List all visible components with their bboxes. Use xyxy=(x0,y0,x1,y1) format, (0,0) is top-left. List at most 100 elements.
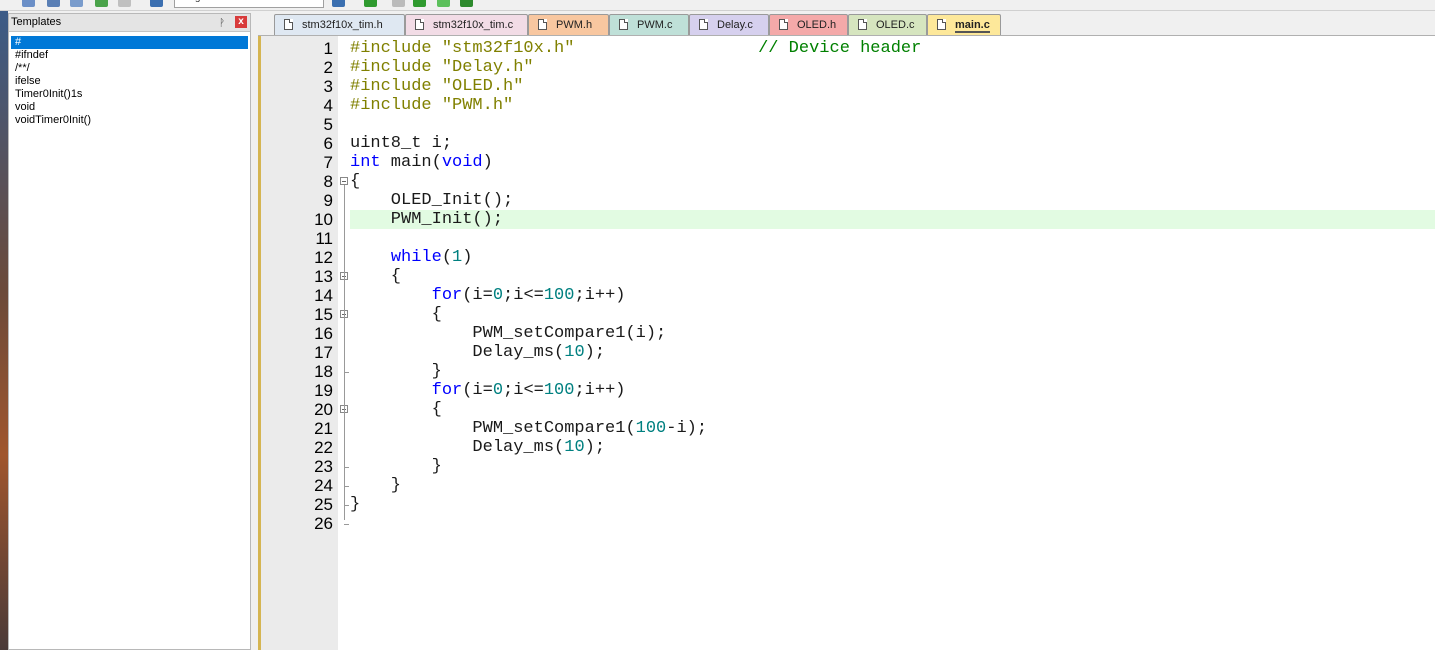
tab-oled-h[interactable]: OLED.h xyxy=(769,14,848,35)
code-line[interactable]: } xyxy=(350,362,1435,381)
desktop-edge xyxy=(0,0,8,650)
line-number: 24 xyxy=(314,476,333,495)
line-number: 20 xyxy=(314,400,333,419)
pack-installer-icon[interactable] xyxy=(437,0,450,7)
code-line[interactable]: } xyxy=(350,457,1435,476)
fold-end-marker xyxy=(344,467,349,468)
stop-build-icon[interactable] xyxy=(118,0,131,7)
line-number: 23 xyxy=(314,457,333,476)
fold-end-marker xyxy=(344,372,349,373)
line-number: 5 xyxy=(323,115,333,134)
code-line[interactable]: PWM_setCompare1(i); xyxy=(350,324,1435,343)
code-line[interactable]: Delay_ms(10); xyxy=(350,343,1435,362)
template-item[interactable]: voidTimer0Init() xyxy=(11,114,248,127)
tab-label: PWM.h xyxy=(556,19,593,31)
code-line[interactable] xyxy=(350,115,1435,134)
panel-splitter[interactable] xyxy=(251,13,258,650)
fold-end-marker xyxy=(344,486,349,487)
build-icon[interactable] xyxy=(22,0,35,7)
file-icon xyxy=(415,19,424,30)
load-icon[interactable] xyxy=(150,0,163,7)
code-line[interactable]: { xyxy=(350,400,1435,419)
template-item[interactable]: ifelse xyxy=(11,75,248,88)
code-line[interactable]: for(i=0;i<=100;i++) xyxy=(350,381,1435,400)
line-number: 3 xyxy=(323,77,333,96)
line-number: 2 xyxy=(323,58,333,77)
tab-label: OLED.c xyxy=(876,19,915,31)
close-icon[interactable]: x xyxy=(235,16,247,28)
tab-stm32f10x-tim-h[interactable]: stm32f10x_tim.h xyxy=(274,14,405,35)
fold-toggle-icon[interactable] xyxy=(340,177,348,185)
code-line[interactable]: Delay_ms(10); xyxy=(350,438,1435,457)
templates-title: Templates xyxy=(11,16,62,28)
tab-delay-c[interactable]: Delay.c xyxy=(689,14,769,35)
code-line[interactable]: { xyxy=(350,305,1435,324)
file-icon xyxy=(284,19,293,30)
line-number: 8 xyxy=(323,172,333,191)
line-number: 21 xyxy=(314,419,333,438)
code-line[interactable]: PWM_Init(); xyxy=(350,210,1435,229)
tab-main-c[interactable]: main.c xyxy=(927,14,1001,35)
pin-icon[interactable]: ᚹ xyxy=(219,15,225,32)
code-line[interactable]: } xyxy=(350,495,1435,514)
download-icon[interactable] xyxy=(95,0,108,7)
code-line[interactable]: #include "Delay.h" xyxy=(350,58,1435,77)
tab-label: main.c xyxy=(955,19,990,33)
line-number: 15 xyxy=(314,305,333,324)
file-icon xyxy=(699,19,708,30)
code-line[interactable]: #include "OLED.h" xyxy=(350,77,1435,96)
templates-panel: Templates ᚹ x # #ifndef /**/ ifelse Time… xyxy=(8,13,251,650)
code-line[interactable]: uint8_t i; xyxy=(350,134,1435,153)
templates-header: Templates ᚹ x xyxy=(9,14,250,32)
file-icon xyxy=(779,19,788,30)
tab-pwm-c[interactable]: PWM.c xyxy=(609,14,689,35)
code-line[interactable] xyxy=(350,514,1435,533)
tab-oled-c[interactable]: OLED.c xyxy=(848,14,927,35)
template-item[interactable]: # xyxy=(11,36,248,49)
line-number: 1 xyxy=(323,39,333,58)
code-line[interactable]: while(1) xyxy=(350,248,1435,267)
code-line[interactable] xyxy=(350,229,1435,248)
code-line[interactable]: #include "stm32f10x.h" // Device header xyxy=(350,39,1435,58)
template-item[interactable]: /**/ xyxy=(11,62,248,75)
editor-tab-bar: stm32f10x_tim.h stm32f10x_tim.c PWM.h PW… xyxy=(258,13,1435,36)
template-item[interactable]: Timer0Init()1s xyxy=(11,88,248,101)
template-list: # #ifndef /**/ ifelse Timer0Init()1s voi… xyxy=(11,36,248,127)
fold-end-marker xyxy=(344,505,349,506)
code-line[interactable]: int main(void) xyxy=(350,153,1435,172)
code-area[interactable]: #include "stm32f10x.h" // Device header #… xyxy=(350,36,1435,650)
code-line[interactable]: { xyxy=(350,267,1435,286)
line-number: 14 xyxy=(314,286,333,305)
fold-guide xyxy=(344,185,345,520)
line-number: 19 xyxy=(314,381,333,400)
code-line[interactable]: OLED_Init(); xyxy=(350,191,1435,210)
template-item[interactable]: void xyxy=(11,101,248,114)
code-line[interactable]: PWM_setCompare1(100-i); xyxy=(350,419,1435,438)
manage-icon[interactable] xyxy=(364,0,377,7)
tab-label: stm32f10x_tim.c xyxy=(433,19,514,31)
line-number: 13 xyxy=(314,267,333,286)
file-icon xyxy=(538,19,547,30)
tab-pwm-h[interactable]: PWM.h xyxy=(528,14,609,35)
options-icon[interactable] xyxy=(332,0,345,7)
line-number: 4 xyxy=(323,96,333,115)
line-number: 25 xyxy=(314,495,333,514)
code-editor[interactable]: 1 2 3 4 5 6 7 8 9 10 11 12 13 14 15 16 17 18 19 20 21 22 23 24 2… xyxy=(258,36,1435,650)
line-number: 17 xyxy=(314,343,333,362)
select-pack-icon[interactable] xyxy=(392,0,405,7)
template-item[interactable]: #ifndef xyxy=(11,49,248,62)
batch-build-icon[interactable] xyxy=(70,0,83,7)
line-number: 11 xyxy=(315,229,333,248)
install-icon[interactable] xyxy=(413,0,426,7)
code-line[interactable]: { xyxy=(350,172,1435,191)
target-select[interactable]: Target 1 xyxy=(174,0,324,8)
code-line[interactable]: for(i=0;i<=100;i++) xyxy=(350,286,1435,305)
run-time-env-icon[interactable] xyxy=(460,0,473,7)
code-line[interactable]: } xyxy=(350,476,1435,495)
file-icon xyxy=(619,19,628,30)
tab-stm32f10x-tim-c[interactable]: stm32f10x_tim.c xyxy=(405,14,528,35)
code-line[interactable]: #include "PWM.h" xyxy=(350,96,1435,115)
rebuild-icon[interactable] xyxy=(47,0,60,7)
toolbar: Target 1 xyxy=(0,0,1435,11)
fold-end-marker xyxy=(344,524,349,525)
